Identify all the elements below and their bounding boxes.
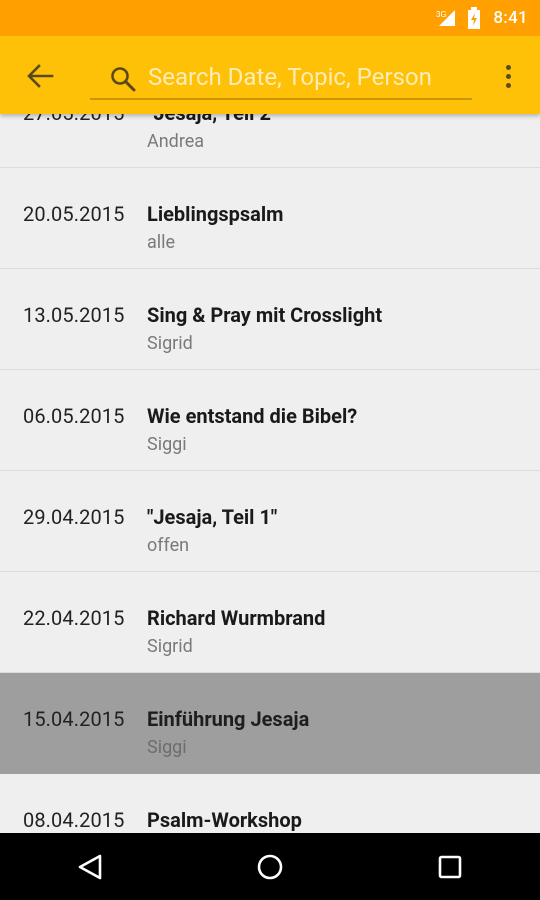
item-title: Lieblingspsalm bbox=[147, 202, 284, 226]
item-date: 22.04.2015 bbox=[23, 606, 125, 630]
item-title: "Jesaja, Teil 1" bbox=[147, 505, 278, 529]
item-person: Sigrid bbox=[147, 636, 193, 657]
toolbar bbox=[0, 36, 540, 114]
search-input[interactable] bbox=[146, 58, 470, 96]
status-time: 8:41 bbox=[493, 8, 528, 28]
network-type-label: 3G bbox=[436, 10, 447, 19]
item-title: Einführung Jesaja bbox=[147, 707, 310, 731]
item-person: Siggi bbox=[147, 737, 187, 758]
list-item-selected[interactable]: 15.04.2015 Einführung Jesaja Siggi bbox=[0, 673, 540, 774]
item-person: alle bbox=[147, 232, 176, 253]
back-button[interactable] bbox=[20, 58, 60, 94]
item-date: 08.04.2015 bbox=[23, 808, 125, 832]
item-title: Wie entstand die Bibel? bbox=[147, 404, 358, 428]
battery-charging-icon bbox=[467, 7, 481, 29]
item-date: 06.05.2015 bbox=[23, 404, 125, 428]
list-item[interactable]: 08.04.2015 Psalm-Workshop bbox=[0, 774, 540, 833]
item-date: 29.04.2015 bbox=[23, 505, 125, 529]
list-item[interactable]: 22.04.2015 Richard Wurmbrand Sigrid bbox=[0, 572, 540, 673]
more-vert-icon-dot bbox=[505, 64, 511, 70]
signal-icon: 3G bbox=[435, 8, 457, 28]
item-person: Andrea bbox=[147, 131, 205, 152]
recents-square-icon bbox=[438, 855, 462, 878]
status-bar: 3G 8:41 bbox=[0, 0, 540, 36]
item-date: 20.05.2015 bbox=[23, 202, 125, 226]
overflow-menu-button[interactable] bbox=[496, 58, 520, 94]
item-title: Psalm-Workshop bbox=[147, 808, 302, 832]
item-title: Sing & Pray mit Crosslight bbox=[147, 303, 383, 327]
list-item[interactable]: 06.05.2015 Wie entstand die Bibel? Siggi bbox=[0, 370, 540, 471]
back-triangle-icon bbox=[78, 854, 102, 879]
nav-recents-button[interactable] bbox=[420, 842, 480, 892]
nav-home-button[interactable] bbox=[240, 842, 300, 892]
search-icon bbox=[111, 67, 136, 92]
list-item[interactable]: 20.05.2015 Lieblingspsalm alle bbox=[0, 168, 540, 269]
list-item[interactable]: 13.05.2015 Sing & Pray mit Crosslight Si… bbox=[0, 269, 540, 370]
arrow-left-icon bbox=[27, 64, 54, 88]
nav-back-button[interactable] bbox=[60, 842, 120, 892]
search-bar bbox=[90, 54, 472, 100]
item-date: 15.04.2015 bbox=[23, 707, 125, 731]
item-title: Richard Wurmbrand bbox=[147, 606, 326, 630]
more-vert-icon-dot bbox=[505, 82, 511, 88]
list-item[interactable]: 29.04.2015 "Jesaja, Teil 1" offen bbox=[0, 471, 540, 572]
item-date: 13.05.2015 bbox=[23, 303, 125, 327]
item-person: Siggi bbox=[147, 434, 187, 455]
event-list[interactable]: 27.05.2015 "Jesaja, Teil 2" Andrea 20.05… bbox=[0, 67, 540, 833]
navigation-bar bbox=[0, 833, 540, 900]
item-person: offen bbox=[147, 535, 190, 556]
item-person: Sigrid bbox=[147, 333, 193, 354]
home-circle-icon bbox=[257, 854, 283, 879]
more-vert-icon-dot bbox=[505, 73, 511, 79]
